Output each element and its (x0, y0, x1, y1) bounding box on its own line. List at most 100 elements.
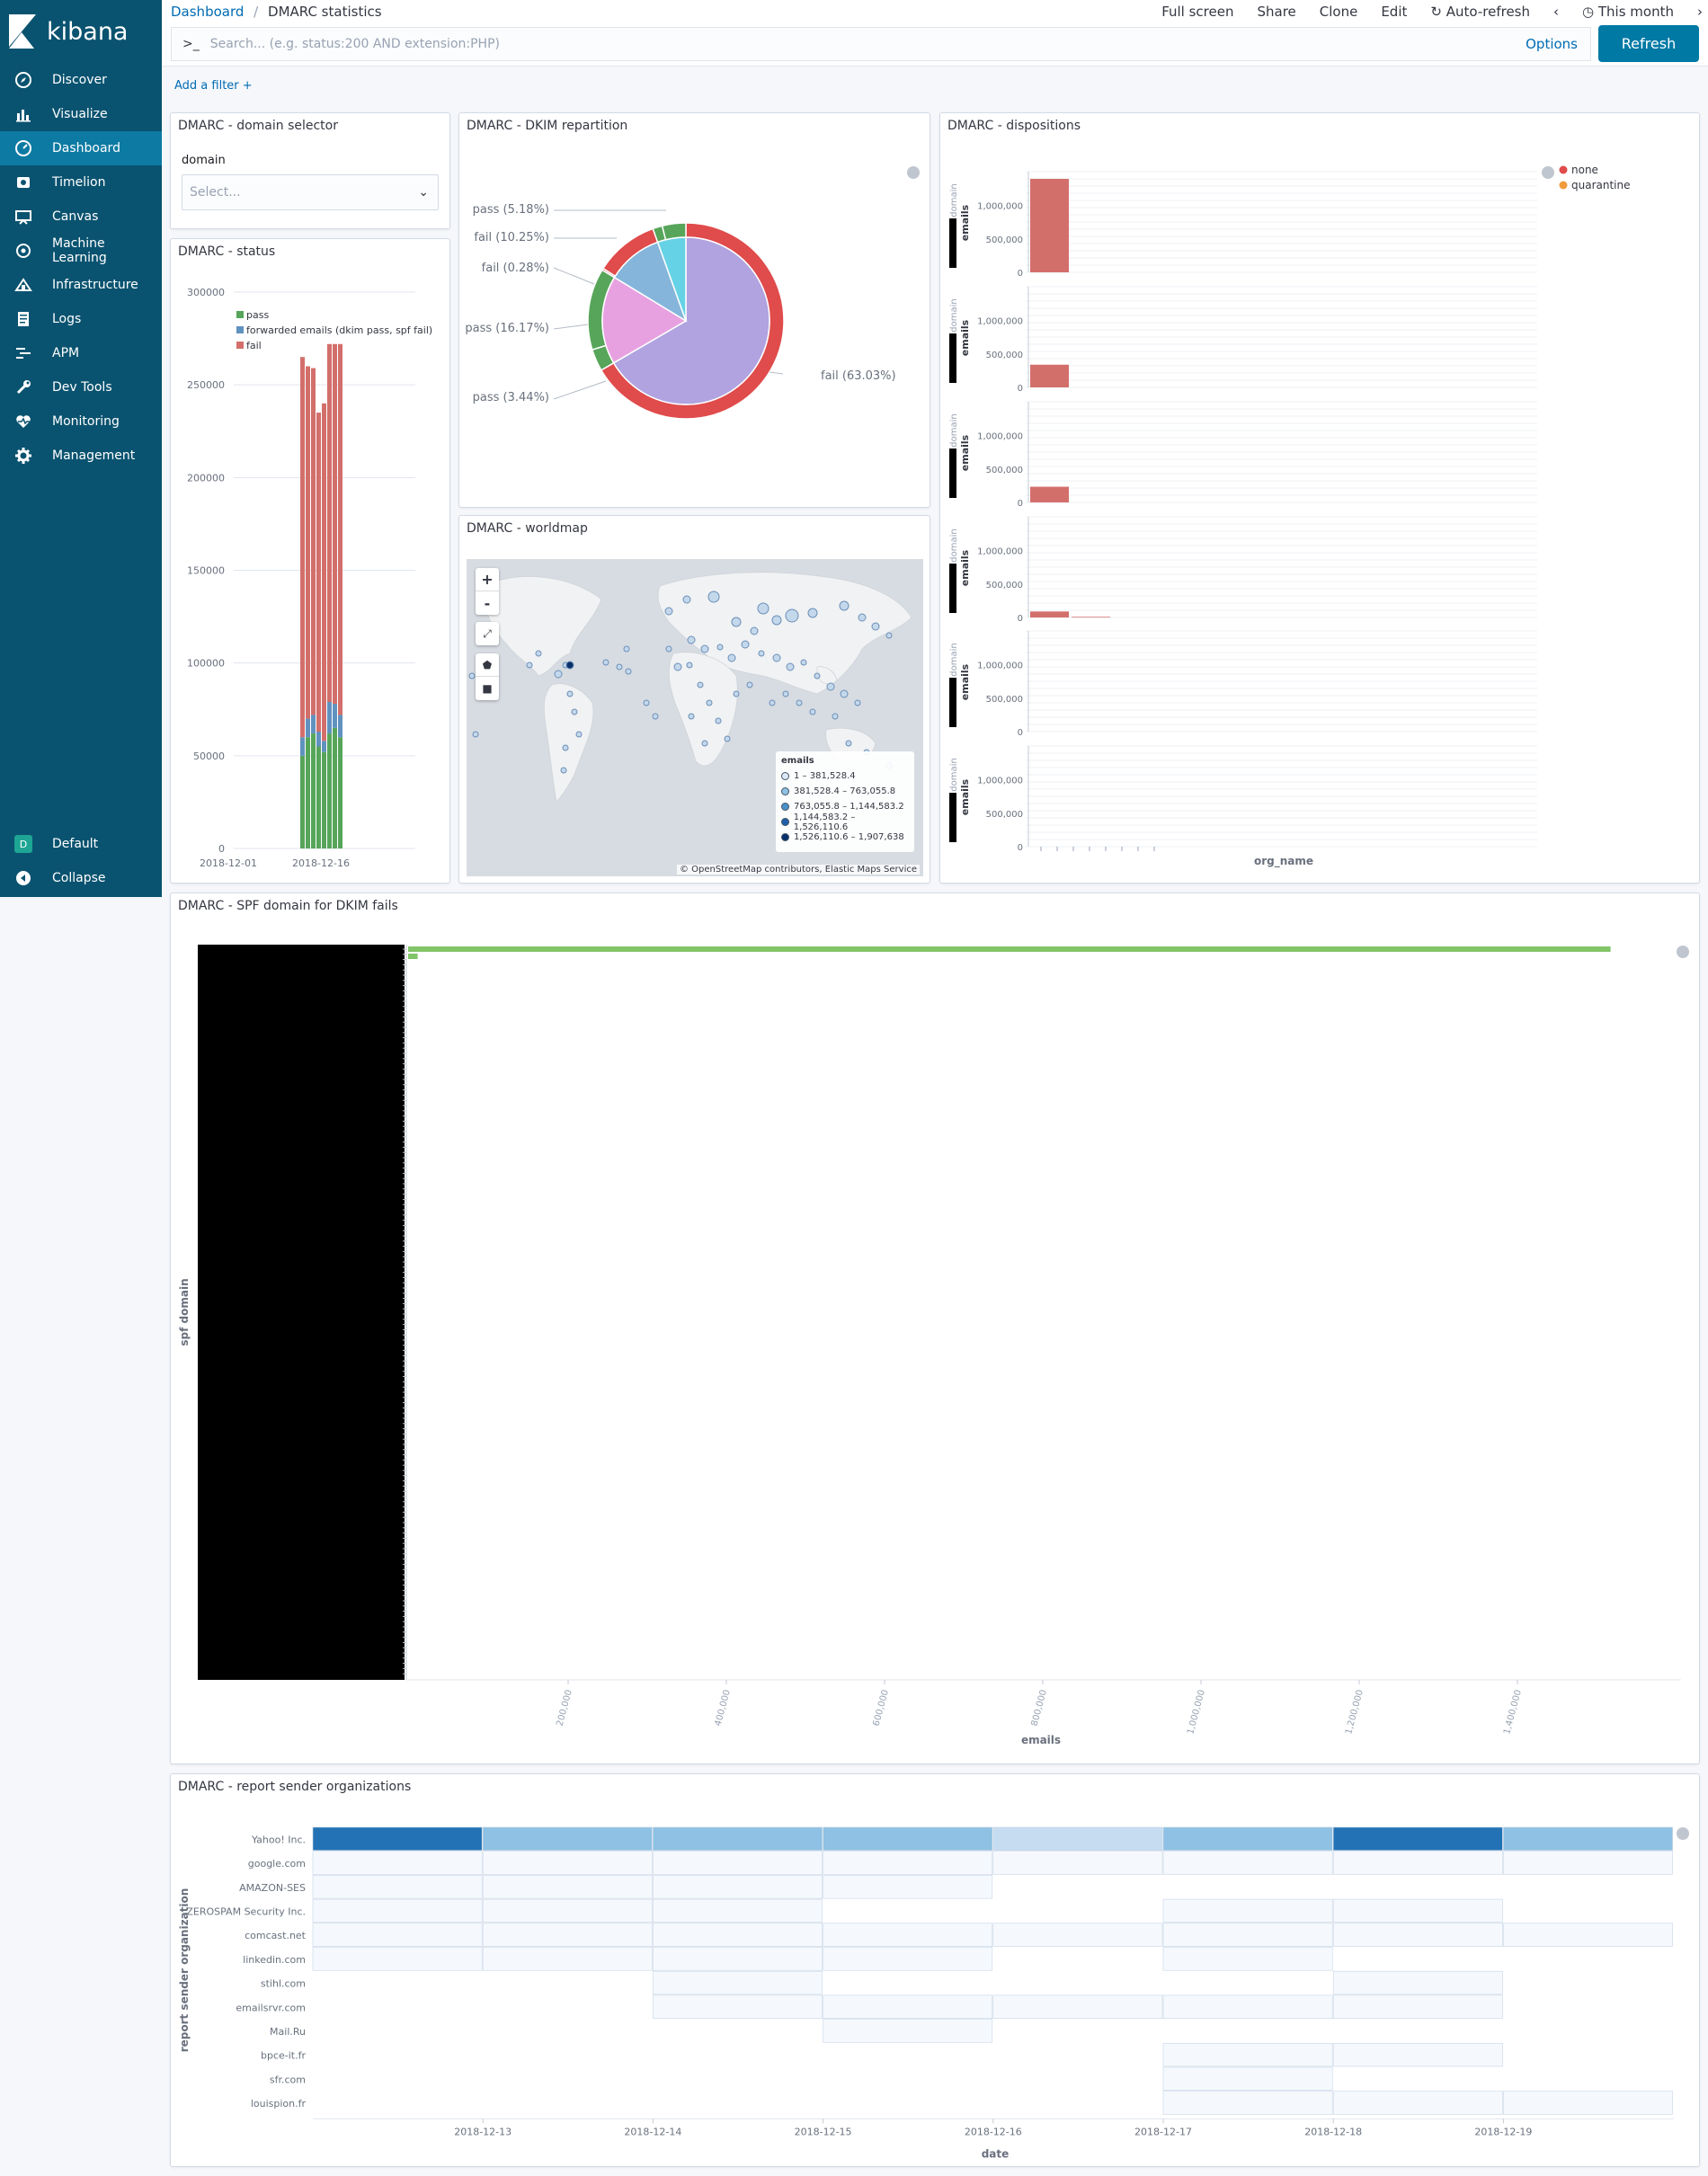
sidebar-item-canvas[interactable]: Canvas (0, 200, 162, 234)
search-bar[interactable]: >_ Search... (e.g. status:200 AND extens… (171, 27, 1591, 61)
apm-icon (14, 344, 32, 362)
timelion-icon (14, 173, 32, 191)
map-legend: emails 1 – 381,528.4 381,528.4 – 763,055.… (776, 751, 914, 852)
openstreetmap-link[interactable]: OpenStreetMap (691, 865, 761, 875)
status-bar-fail (316, 413, 321, 733)
disposition-bar-none (1030, 486, 1069, 502)
share-button[interactable]: Share (1257, 4, 1295, 20)
status-bar-pass (306, 737, 310, 848)
compass-icon (14, 71, 32, 89)
heatmap-cell (653, 1970, 823, 1995)
pie-label: fail (63.03%) (821, 369, 896, 383)
heatmap-cell (1332, 1923, 1503, 1947)
legend-swatch (1559, 165, 1568, 174)
space-selector[interactable]: D Default (0, 827, 162, 861)
x-tick-label: 2018-12-15 (795, 2126, 852, 2137)
y-tick-label: 1,000,000 (977, 662, 1023, 671)
clone-button[interactable]: Clone (1320, 4, 1358, 20)
kibana-logo-icon (9, 14, 36, 49)
autorefresh-button[interactable]: ↻ Auto-refresh (1430, 4, 1530, 20)
heatmap-cell (1503, 1826, 1673, 1852)
collapse-legend-icon (907, 166, 920, 179)
sidebar-item-management[interactable]: Management (0, 439, 162, 473)
map-point (526, 662, 533, 669)
disposition-bar-none (1030, 364, 1069, 387)
x-tick-label: 2018-12-16 (292, 857, 350, 869)
elastic-maps-link[interactable]: Elastic Maps Service (825, 865, 917, 875)
map-point (814, 672, 821, 679)
breadcrumb-dashboard-link[interactable]: Dashboard (171, 4, 244, 20)
sidebar-item-machine-learning[interactable]: Machine Learning (0, 234, 162, 268)
map-point (602, 659, 609, 666)
sidebar-item-label: Canvas (52, 209, 99, 224)
heatmap-cell (1162, 2042, 1333, 2067)
machine-learning-icon (14, 242, 32, 260)
map-point (616, 663, 623, 671)
legend-swatch (781, 772, 789, 780)
disposition-bar-none (1030, 179, 1069, 272)
y-tick-label: 0 (218, 843, 225, 855)
row-label: linkedin.com (243, 1954, 306, 1966)
kibana-logo[interactable]: kibana (0, 0, 162, 63)
heatmap-cell (1503, 1923, 1673, 1947)
map-point (665, 645, 672, 653)
map-legend-item: 381,528.4 – 763,055.8 (781, 784, 909, 799)
sidebar-item-dev-tools[interactable]: Dev Tools (0, 370, 162, 404)
sidebar-item-label: Discover (52, 73, 107, 87)
fit-bounds-button[interactable]: ⤢ (476, 622, 499, 645)
refresh-button[interactable]: Refresh (1598, 25, 1699, 62)
search-input[interactable]: Search... (e.g. status:200 AND extension… (210, 37, 500, 51)
pie-label: pass (3.44%) (473, 391, 549, 404)
y-tick-label: 1,000,000 (977, 317, 1023, 327)
domain-select[interactable]: Select... ⌄ (182, 174, 439, 210)
zoom-in-button[interactable]: + (476, 568, 499, 591)
sidebar-item-apm[interactable]: APM (0, 336, 162, 370)
y-tick-label: 250000 (187, 379, 225, 391)
heatmap-cell (992, 1994, 1163, 2019)
map-area[interactable]: + - ⤢ ⬟ ■ emails 1 – 381,528.4 381,528.4 … (467, 559, 923, 876)
y-axis-title: emails (959, 434, 971, 471)
map-legend-title: emails (781, 756, 814, 766)
sidebar-item-timelion[interactable]: Timelion (0, 165, 162, 200)
map-point (845, 740, 852, 747)
map-point (716, 644, 724, 651)
sidebar-item-discover[interactable]: Discover (0, 63, 162, 97)
x-tick-label: 1,400,000 (1502, 1689, 1524, 1736)
heatmap-cell (1332, 1994, 1503, 2019)
status-bar-forwarded (300, 737, 305, 756)
draw-rectangle-button[interactable]: ■ (476, 677, 499, 700)
sidebar-item-infrastructure[interactable]: Infrastructure (0, 268, 162, 302)
time-previous-button[interactable]: ‹ (1553, 4, 1559, 20)
heatmap-cell (1162, 2066, 1333, 2092)
facet-axis-label: domain (949, 298, 959, 332)
heatmap-cell (1332, 2042, 1503, 2067)
map-point (566, 690, 574, 697)
sidebar-item-monitoring[interactable]: Monitoring (0, 404, 162, 439)
options-button[interactable]: Options (1526, 36, 1578, 52)
panel-worldmap: DMARC - worldmap + - ⤢ ⬟ ■ emails 1 – 38… (458, 515, 930, 884)
map-point-max (565, 661, 574, 670)
x-tick-label: 2018-12-17 (1134, 2126, 1192, 2137)
map-point (771, 615, 782, 626)
draw-polygon-button[interactable]: ⬟ (476, 653, 499, 677)
map-point (472, 731, 479, 738)
edit-button[interactable]: Edit (1381, 4, 1407, 20)
sidebar-item-visualize[interactable]: Visualize (0, 97, 162, 131)
collapse-button[interactable]: Collapse (0, 861, 162, 895)
facet-domain-label-redacted (949, 793, 956, 842)
fullscreen-button[interactable]: Full screen (1161, 4, 1233, 20)
time-next-button[interactable]: › (1697, 4, 1703, 20)
map-point (741, 640, 750, 649)
add-filter-button[interactable]: Add a filter + (174, 79, 253, 93)
breadcrumb-current: DMARC statistics (268, 4, 382, 20)
sidebar-item-logs[interactable]: Logs (0, 302, 162, 336)
sidebar-item-dashboard[interactable]: Dashboard (0, 131, 162, 165)
sidebar-item-label: Dashboard (52, 141, 120, 155)
y-tick-label: 0 (1018, 499, 1023, 509)
y-axis-title: emails (959, 663, 971, 700)
zoom-out-button[interactable]: - (476, 591, 499, 615)
facet-domain-label-redacted (949, 678, 956, 727)
time-picker[interactable]: ◷ This month (1582, 4, 1674, 20)
heatmap-cell (1162, 1947, 1333, 1971)
y-tick-label: 500,000 (986, 695, 1023, 705)
